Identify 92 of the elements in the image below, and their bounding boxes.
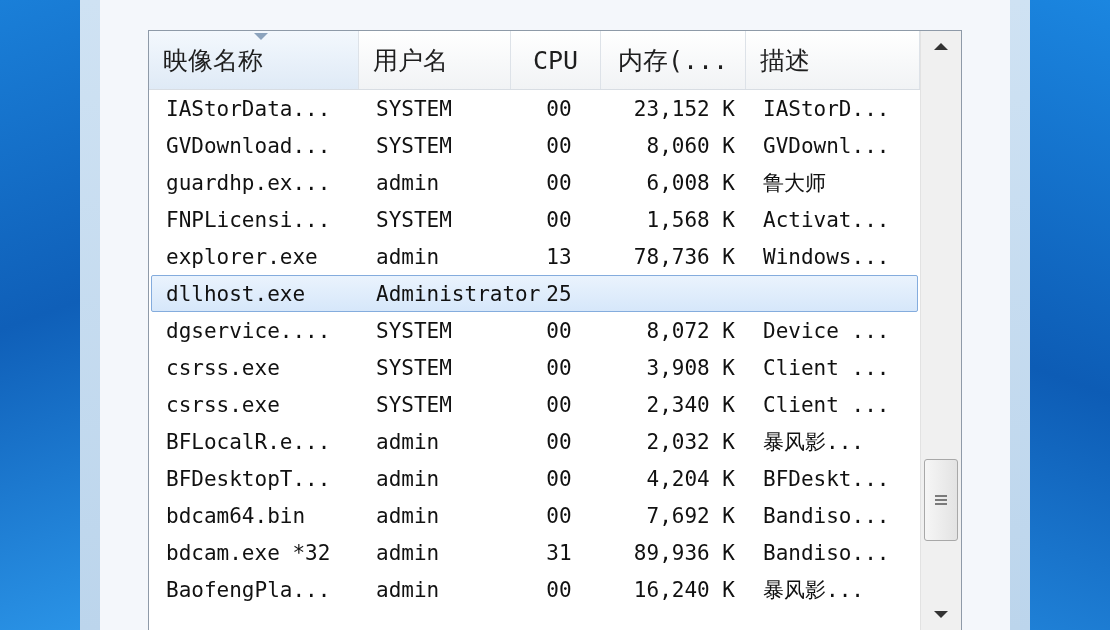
table-cell-text: bdcam.exe *32 — [166, 539, 331, 567]
table-cell-text: Bandiso... — [763, 502, 890, 530]
scroll-down-icon[interactable] — [934, 611, 948, 619]
column-header[interactable]: CPU — [511, 31, 601, 89]
table-cell-text: SYSTEM — [376, 95, 452, 123]
table-cell-text: 暴风影... — [763, 576, 864, 604]
scroll-thumb[interactable] — [924, 459, 958, 541]
table-cell-text: admin — [376, 502, 440, 530]
process-row[interactable]: GVDownload... SYSTEM 00 8,060 K GVDownl... — [151, 127, 918, 164]
table-cell-text: guardhp.ex... — [166, 169, 331, 197]
table-cell-text: SYSTEM — [376, 354, 452, 382]
table-cell-text: admin — [376, 576, 440, 604]
process-row[interactable]: IAStorData... SYSTEM 00 23,152 K IAStorD... — [151, 90, 918, 127]
table-cell-text: csrss.exe — [166, 391, 280, 419]
table-cell-text: SYSTEM — [376, 391, 452, 419]
table-cell-text: SYSTEM — [376, 206, 452, 234]
table-cell-text: 2,032 K — [646, 428, 735, 456]
table-cell-text: FNPLicensi... — [166, 206, 331, 234]
table-cell-text: 00 — [546, 428, 572, 456]
table-cell-text: 00 — [546, 95, 572, 123]
process-row[interactable]: bdcam.exe *32 admin 31 89,936 K Bandiso... — [151, 534, 918, 571]
process-row[interactable]: BFLocalR.e... admin 00 2,032 K 暴风影... — [151, 423, 918, 460]
scrollbar[interactable] — [920, 31, 961, 630]
table-cell-text: 16,240 K — [633, 576, 735, 604]
table-cell-text: 00 — [546, 354, 572, 382]
table-cell-text: dgservice.... — [166, 317, 331, 345]
table-cell-text: admin — [376, 539, 440, 567]
table-cell-text: 3,908 K — [646, 354, 735, 382]
table-cell-text: 2,340 K — [646, 391, 735, 419]
table-cell-text: GVDownload... — [166, 132, 331, 160]
table-cell-text: Client ... — [763, 391, 890, 419]
table-cell-text: 00 — [546, 206, 572, 234]
process-row[interactable]: BFDesktopT... admin 00 4,204 K BFDeskt... — [151, 460, 918, 497]
column-header[interactable]: 用户名 — [359, 31, 511, 89]
table-cell-text: Bandiso... — [763, 539, 890, 567]
column-header[interactable]: 映像名称 — [149, 31, 359, 89]
table-cell-text: admin — [376, 428, 440, 456]
table-cell-text: 31 — [546, 539, 572, 567]
process-row[interactable]: explorer.exe admin 13 78,736 K Windows... — [151, 238, 918, 275]
table-cell-text: 鲁大师 — [763, 169, 826, 197]
table-cell-text: 暴风影... — [763, 428, 864, 456]
table-cell-text: 78,736 K — [633, 243, 735, 271]
table-cell-text: csrss.exe — [166, 354, 280, 382]
table-cell-text: Activat... — [763, 206, 890, 234]
process-row[interactable]: csrss.exe SYSTEM 00 2,340 K Client ... — [151, 386, 918, 423]
table-cell-text: Windows... — [763, 243, 890, 271]
process-row[interactable]: bdcam64.bin admin 00 7,692 K Bandiso... — [151, 497, 918, 534]
table-cell-text: BaofengPla... — [166, 576, 331, 604]
table-cell-text: admin — [376, 169, 440, 197]
process-row[interactable]: guardhp.ex... admin 00 6,008 K 鲁大师 — [151, 164, 918, 201]
table-cell-text: 00 — [546, 576, 572, 604]
table-cell-text: 00 — [546, 132, 572, 160]
table-cell-text: BFLocalR.e... — [166, 428, 331, 456]
process-row[interactable]: csrss.exe SYSTEM 00 3,908 K Client ... — [151, 349, 918, 386]
table-cell-text: 23,152 K — [633, 95, 735, 123]
table-cell-text: 8,060 K — [646, 132, 735, 160]
table-cell-text: SYSTEM — [376, 317, 452, 345]
table-cell-text: 6,008 K — [646, 169, 735, 197]
table-cell-text: Administrator — [376, 280, 541, 308]
table-cell-text: IAStorData... — [166, 95, 331, 123]
table-cell-text: 00 — [546, 391, 572, 419]
process-row[interactable]: FNPLicensi... SYSTEM 00 1,568 K Activat... — [151, 201, 918, 238]
table-cell-text: 7,692 K — [646, 502, 735, 530]
table-cell-text: IAStorD... — [763, 95, 890, 123]
table-cell-text: admin — [376, 243, 440, 271]
table-cell-text: explorer.exe — [166, 243, 318, 271]
table-cell-text: dllhost.exe — [166, 280, 306, 308]
table-cell-text: Device ... — [763, 317, 890, 345]
grip-icon — [935, 494, 947, 506]
column-header[interactable]: 内存(... — [601, 31, 746, 89]
table-cell-text: GVDownl... — [763, 132, 890, 160]
table-cell-text: Client ... — [763, 354, 890, 382]
table-cell-text: 00 — [546, 169, 572, 197]
process-row[interactable]: dgservice.... SYSTEM 00 8,072 K Device ... — [151, 312, 918, 349]
table-cell-text: SYSTEM — [376, 132, 452, 160]
table-cell-text: 89,936 K — [633, 539, 735, 567]
table-cell-text: 1,568 K — [646, 206, 735, 234]
table-cell-text: 4,204 K — [646, 465, 735, 493]
table-cell-text: BFDeskt... — [763, 465, 890, 493]
table-cell-text: 00 — [546, 465, 572, 493]
scroll-up-icon[interactable] — [934, 42, 948, 50]
table-cell-text: admin — [376, 465, 440, 493]
table-cell-text: 8,072 K — [646, 317, 735, 345]
table-cell-text: 13 — [546, 243, 572, 271]
process-row[interactable]: BaofengPla... admin 00 16,240 K 暴风影... — [151, 571, 918, 608]
process-row[interactable]: dllhost.exe Administrator 25 — [151, 275, 918, 312]
table-cell-text: 25 — [546, 280, 572, 308]
table-cell-text: BFDesktopT... — [166, 465, 331, 493]
table-cell-text: bdcam64.bin — [166, 502, 306, 530]
table-cell-text: 00 — [546, 502, 572, 530]
sort-arrow-icon — [253, 33, 268, 41]
table-cell-text: 00 — [546, 317, 572, 345]
